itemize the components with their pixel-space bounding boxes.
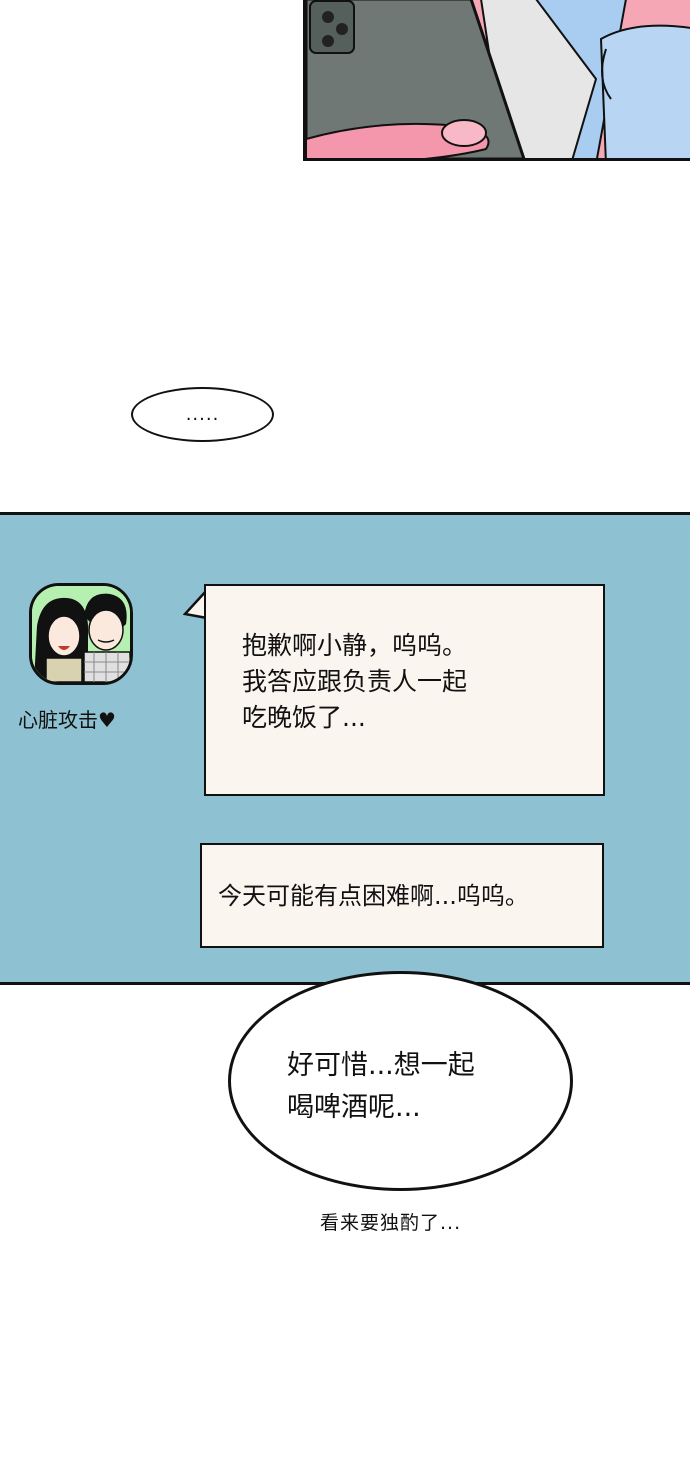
speech-bubble-ellipsis: ..... [131,387,274,442]
message-line: 吃晚饭了... [242,703,366,732]
chat-message-2: 今天可能有点困难啊...呜呜。 [200,843,604,948]
narration-caption: 看来要独酌了... [320,1212,462,1234]
message-line: 我答应跟负责人一起 [242,667,468,696]
message-line: 抱歉啊小静，呜呜。 [242,631,468,660]
speech-line: 好可惜...想一起 [287,1050,475,1081]
speech-bubble-text: ..... [185,404,220,425]
couple-avatar-icon [29,583,133,685]
speech-bubble-text: 好可惜...想一起 喝啤酒呢... [287,1045,475,1129]
comic-panel-phone [303,0,690,161]
phone-in-hand-illustration [306,0,690,158]
message-line: 今天可能有点困难啊...呜呜。 [218,881,529,910]
contact-name: 心脏攻击♥ [18,708,116,732]
speech-line: 喝啤酒呢... [287,1092,421,1123]
chat-message-1: 抱歉啊小静，呜呜。 我答应跟负责人一起 吃晚饭了... [204,584,605,796]
